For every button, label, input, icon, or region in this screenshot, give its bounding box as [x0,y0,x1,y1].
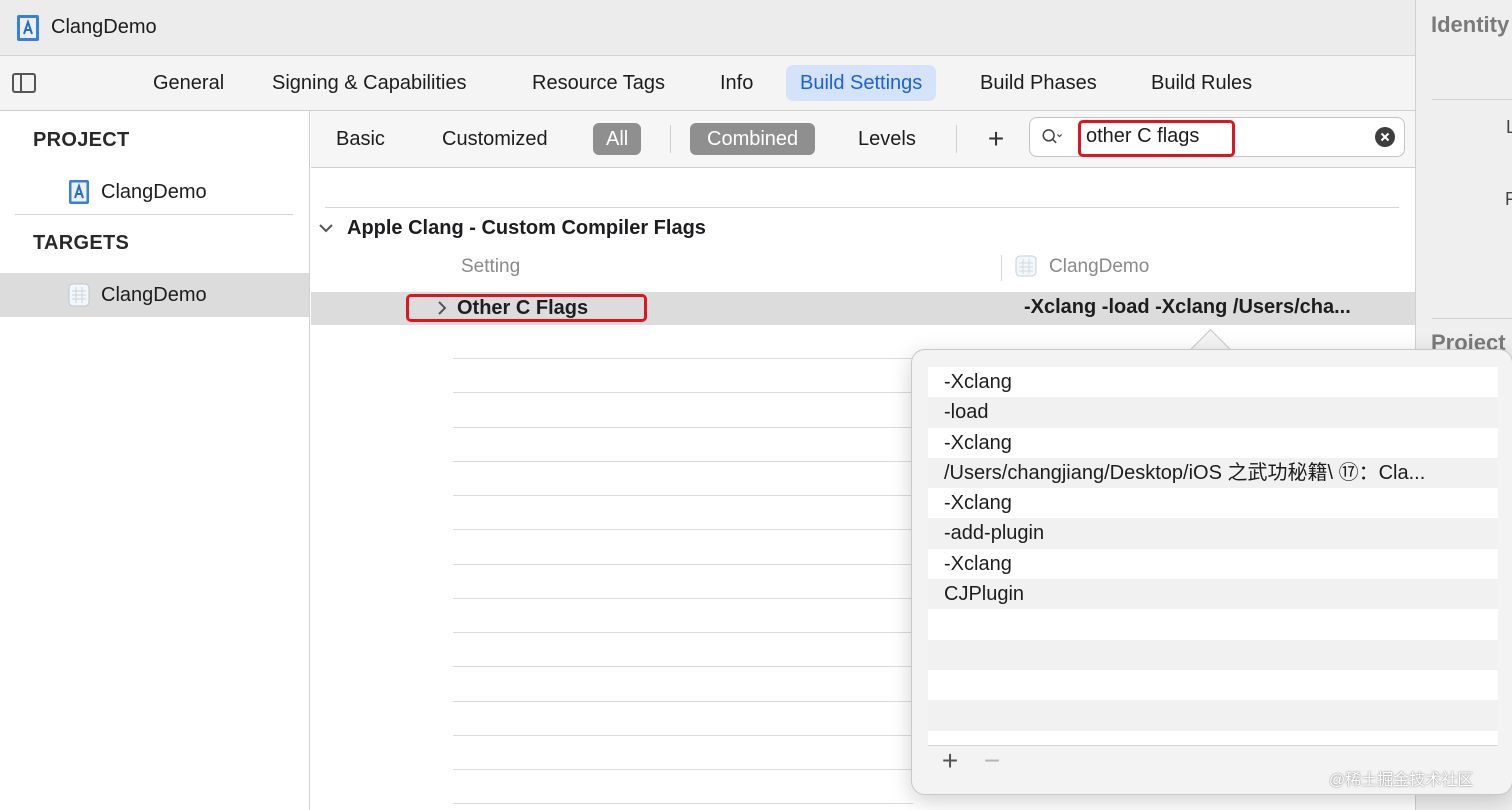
tab-build-settings[interactable]: Build Settings [786,65,937,101]
list-item[interactable] [928,609,1498,639]
grid-line [453,769,913,770]
filter-levels[interactable]: Levels [844,123,930,155]
sidebar-item-target[interactable]: ClangDemo [68,280,207,310]
setting-highlight-box [406,294,647,322]
filter-separator [956,125,957,153]
inspector-divider [1432,318,1512,319]
column-header-setting: Setting [461,256,521,277]
grid-line [453,427,913,428]
filter-customized[interactable]: Customized [428,123,562,155]
flags-value-popover: -Xclang -load -Xclang /Users/changjiang/… [911,349,1512,795]
list-item[interactable]: -Xclang [928,549,1498,579]
list-item[interactable]: -add-plugin [928,518,1498,549]
separator-line [325,207,1399,208]
remove-value-button[interactable]: − [978,747,1006,775]
build-settings-filter-bar: Basic Customized All Combined Levels + [311,111,1415,168]
list-item[interactable] [928,700,1498,731]
grid-line [453,358,913,359]
inspector-label-lo: Lo [1506,117,1512,137]
column-header-target: ClangDemo [1049,256,1150,277]
popover-divider [928,745,1498,746]
inspector-label-fu: Fu [1505,189,1512,209]
app-target-icon [1015,255,1037,277]
inspector-divider [1432,99,1512,100]
grid-line [453,529,913,530]
filter-basic[interactable]: Basic [322,123,399,155]
xcode-project-icon [17,15,39,41]
list-item[interactable]: -Xclang [928,428,1498,458]
sidebar-item-label: ClangDemo [101,180,207,203]
grid-line [453,632,913,633]
tab-resource-tags[interactable]: Resource Tags [518,65,679,101]
flag-value-list: -Xclang -load -Xclang /Users/changjiang/… [928,367,1498,745]
targets-section-header: TARGETS [33,232,130,254]
grid-line [453,666,913,667]
search-highlight-box [1078,120,1235,157]
inspector-title: Identity [1431,12,1510,37]
filter-all[interactable]: All [593,123,642,155]
grid-line [453,392,913,393]
title-bar: ClangDemo [0,0,1415,56]
search-icon[interactable] [1042,127,1062,147]
editor-tab-bar: General Signing & Capabilities Resource … [0,56,1415,111]
grid-line [453,803,913,804]
list-item[interactable] [928,670,1498,700]
filter-separator [670,125,671,153]
grid-line [453,701,913,702]
tab-general[interactable]: General [139,65,238,101]
tab-build-phases[interactable]: Build Phases [966,65,1111,101]
list-item[interactable]: /Users/changjiang/Desktop/iOS 之武功秘籍\ ⑰：C… [928,457,1498,489]
watermark: @稀土掘金技术社区 [1329,772,1474,789]
project-section-header: PROJECT [33,129,130,151]
grid-line [453,564,913,565]
tab-info[interactable]: Info [706,65,767,101]
list-item[interactable]: -Xclang [928,367,1498,397]
grid-line [453,461,913,462]
add-setting-button[interactable]: + [981,121,1011,157]
filter-combined[interactable]: Combined [690,123,816,155]
list-item[interactable]: CJPlugin [928,579,1498,610]
sidebar-divider [15,214,293,215]
grid-line [453,598,913,599]
chevron-down-icon[interactable] [318,220,334,236]
grid-line [453,735,913,736]
setting-value[interactable]: -Xclang -load -Xclang /Users/cha... [1024,296,1394,319]
column-divider [1001,255,1002,281]
project-navigator: PROJECT ClangDemo TARGETS ClangDemo [0,111,310,810]
grid-line [453,495,913,496]
project-title: ClangDemo [51,16,157,38]
sidebar-item-label: ClangDemo [101,283,207,306]
list-item[interactable]: -Xclang [928,488,1498,518]
tab-build-rules[interactable]: Build Rules [1137,65,1266,101]
list-item[interactable] [928,639,1498,670]
list-item[interactable]: -load [928,397,1498,428]
clear-search-icon[interactable] [1375,127,1395,147]
app-target-icon [68,283,90,307]
add-value-button[interactable]: + [936,747,964,775]
sidebar-toggle-icon[interactable] [12,73,36,93]
sidebar-item-project[interactable]: ClangDemo [68,177,207,207]
xcode-project-icon [69,180,89,204]
tab-signing-capabilities[interactable]: Signing & Capabilities [258,65,481,101]
settings-group-title: Apple Clang - Custom Compiler Flags [347,217,706,239]
